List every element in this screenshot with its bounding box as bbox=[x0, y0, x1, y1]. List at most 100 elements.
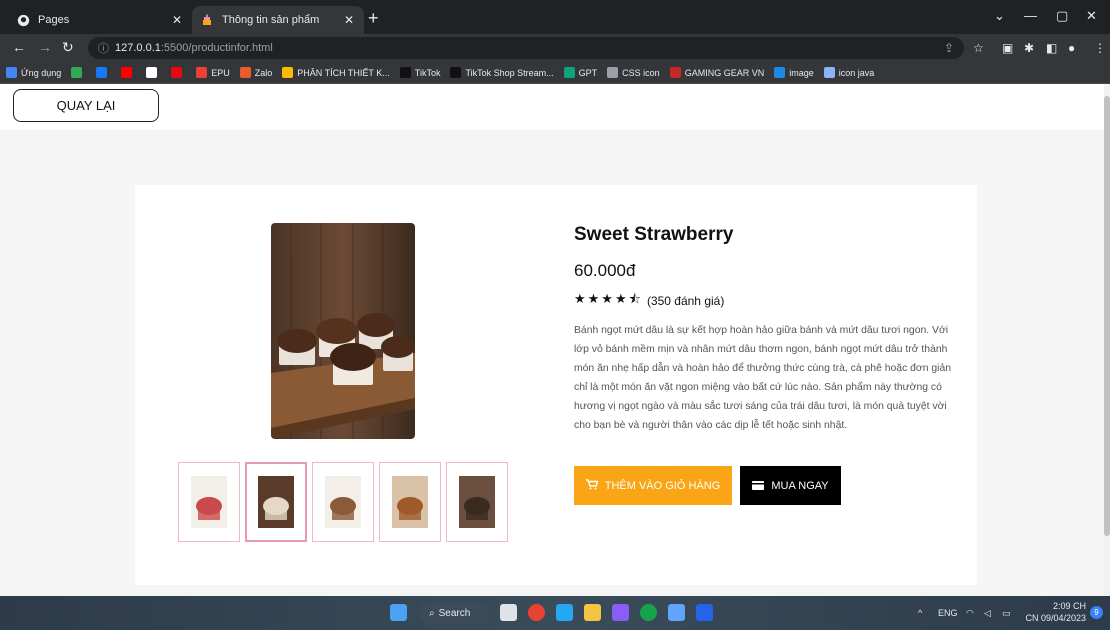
wifi-icon[interactable]: ◠ bbox=[966, 608, 974, 619]
bookmark-item[interactable] bbox=[96, 67, 111, 78]
tray-chevron-icon[interactable]: ^ bbox=[918, 608, 922, 618]
chrome-icon[interactable] bbox=[528, 604, 545, 621]
bookmark-item[interactable] bbox=[171, 67, 186, 78]
url-path: :5500/productinfor.html bbox=[160, 42, 273, 54]
reload-icon[interactable]: ↻ bbox=[62, 39, 74, 56]
side-panel-icon[interactable]: ◧ bbox=[1046, 41, 1057, 55]
scrollbar-thumb[interactable] bbox=[1104, 96, 1110, 536]
back-button[interactable]: QUAY LẠI bbox=[13, 89, 159, 122]
cake-icon bbox=[200, 13, 214, 27]
photos-icon[interactable] bbox=[668, 604, 685, 621]
buy-now-button[interactable]: MUA NGAY bbox=[740, 466, 841, 505]
forward-arrow-icon[interactable]: → bbox=[38, 39, 52, 55]
bookmark-item[interactable]: GPT bbox=[563, 67, 598, 78]
volume-icon[interactable]: ◁ bbox=[984, 608, 991, 619]
bookmark-item[interactable] bbox=[121, 67, 136, 78]
cart-icon bbox=[585, 478, 599, 493]
add-to-cart-button[interactable]: THÊM VÀO GIỎ HÀNG bbox=[574, 466, 732, 505]
bookmark-item[interactable]: EPU bbox=[196, 67, 230, 78]
bookmark-item[interactable]: GAMING GEAR VN bbox=[669, 67, 764, 78]
bookmark-icon bbox=[6, 67, 17, 78]
share-icon[interactable]: ⇪ bbox=[944, 41, 954, 55]
puzzle-icon[interactable]: ✱ bbox=[1024, 41, 1034, 55]
tab-search-icon[interactable]: ⌄ bbox=[994, 8, 1005, 24]
windows-start-icon[interactable] bbox=[390, 604, 407, 621]
clock[interactable]: 2:09 CH CN 09/04/2023 bbox=[1020, 600, 1086, 624]
buy-now-label: MUA NGAY bbox=[771, 479, 829, 492]
bookmark-item[interactable]: Ứng dụng bbox=[6, 67, 61, 78]
new-tab-icon[interactable]: + bbox=[368, 9, 379, 27]
bookmark-icon bbox=[823, 67, 835, 78]
bookmark-label: CSS icon bbox=[622, 67, 660, 78]
bookmark-item[interactable] bbox=[71, 67, 86, 78]
product-card: Sweet Strawberry 60.000đ ★★★★⯪ (350 đánh… bbox=[135, 185, 977, 585]
bookmark-item[interactable]: icon java bbox=[823, 67, 874, 78]
tab-title: Pages bbox=[38, 14, 70, 26]
page-header: QUAY LẠI bbox=[0, 84, 1104, 130]
menu-kebab-icon[interactable]: ⋮ bbox=[1094, 41, 1106, 55]
bookmark-item[interactable]: CSS icon bbox=[607, 67, 660, 78]
taskbar-search[interactable]: ⌕ Search bbox=[419, 602, 489, 624]
bookmark-icon bbox=[121, 67, 133, 78]
restore-icon[interactable]: ▢ bbox=[1056, 8, 1068, 24]
bookmarks-bar: Ứng dụng EPU Zalo PHÂN TÍCH THIẾT K... TikTo… bbox=[0, 62, 1110, 84]
bookmark-icon bbox=[146, 67, 158, 78]
language-indicator[interactable]: ENG bbox=[938, 608, 958, 618]
strawberry-cake-thumb[interactable] bbox=[178, 462, 240, 542]
bookmark-label: Ứng dụng bbox=[21, 67, 62, 78]
task-view-icon[interactable] bbox=[500, 604, 517, 621]
bookmark-icon bbox=[607, 67, 619, 78]
github-icon bbox=[16, 13, 30, 27]
clock-time: 2:09 CH bbox=[1052, 601, 1086, 611]
product-main-image[interactable] bbox=[271, 223, 415, 439]
bookmark-label: GPT bbox=[578, 67, 598, 78]
tab-product-info[interactable]: Thông tin sản phẩm ✕ bbox=[192, 6, 364, 34]
bookmark-item[interactable]: PHÂN TÍCH THIẾT K... bbox=[282, 67, 390, 78]
product-title: Sweet Strawberry bbox=[574, 224, 734, 245]
muffin-board-thumb[interactable] bbox=[245, 462, 307, 542]
bookmark-star-icon[interactable]: ☆ bbox=[973, 41, 984, 55]
clock-date: CN 09/04/2023 bbox=[1025, 613, 1086, 623]
bookmark-icon bbox=[96, 67, 108, 78]
url-host: 127.0.0.1 bbox=[115, 42, 161, 54]
profile-avatar-icon[interactable]: ● bbox=[1068, 41, 1075, 55]
file-explorer-icon[interactable] bbox=[584, 604, 601, 621]
thumbnail-image bbox=[325, 476, 361, 528]
xbox-icon[interactable] bbox=[640, 604, 657, 621]
bookmark-item[interactable]: Zalo bbox=[239, 67, 272, 78]
close-window-icon[interactable]: ✕ bbox=[1086, 8, 1097, 24]
bookmark-icon bbox=[282, 67, 294, 78]
bookmark-item[interactable]: TikTok bbox=[399, 67, 441, 78]
close-tab-icon[interactable]: ✕ bbox=[344, 13, 354, 27]
bookmark-item[interactable]: image bbox=[774, 67, 814, 78]
brownie-cup-thumb[interactable] bbox=[446, 462, 508, 542]
bookmark-icon bbox=[563, 67, 575, 78]
extension-icon[interactable]: ▣ bbox=[1002, 41, 1013, 55]
bookmark-item[interactable] bbox=[146, 67, 161, 78]
back-arrow-icon[interactable]: ← bbox=[12, 39, 26, 55]
product-description: Bánh ngọt mứt dâu là sự kết hợp hoàn hảo… bbox=[574, 325, 952, 431]
thumbnail-image bbox=[392, 476, 428, 528]
bookmark-label: PHÂN TÍCH THIẾT K... bbox=[297, 67, 390, 78]
info-icon: ⓘ bbox=[98, 43, 109, 55]
vscode-icon[interactable] bbox=[556, 604, 573, 621]
windows-taskbar: ⌕ Search ^ ENG ◠ ◁ ▭ 2:09 CH CN 09/04/20… bbox=[0, 596, 1110, 630]
bookmark-icon bbox=[774, 67, 786, 78]
close-tab-icon[interactable]: ✕ bbox=[172, 13, 182, 27]
thumbnail-image bbox=[459, 476, 495, 528]
word-icon[interactable] bbox=[696, 604, 713, 621]
cookie-plate-thumb[interactable] bbox=[379, 462, 441, 542]
battery-icon[interactable]: ▭ bbox=[1002, 608, 1011, 619]
bookmark-label: image bbox=[789, 67, 814, 78]
search-icon: ⌕ bbox=[429, 607, 435, 619]
minimize-icon[interactable]: — bbox=[1024, 8, 1037, 23]
chocolate-muffin-thumb[interactable] bbox=[312, 462, 374, 542]
tab-pages[interactable]: Pages ✕ bbox=[8, 6, 192, 34]
bookmark-icon bbox=[669, 67, 681, 78]
notification-badge[interactable]: 9 bbox=[1090, 606, 1103, 619]
bookmark-item[interactable]: TikTok Shop Stream... bbox=[450, 67, 554, 78]
bookmark-label: TikTok bbox=[414, 67, 441, 78]
address-bar[interactable]: ⓘ 127.0.0.1 :5500/productinfor.html bbox=[88, 37, 964, 59]
search-label: Search bbox=[438, 607, 471, 619]
visual-studio-icon[interactable] bbox=[612, 604, 629, 621]
